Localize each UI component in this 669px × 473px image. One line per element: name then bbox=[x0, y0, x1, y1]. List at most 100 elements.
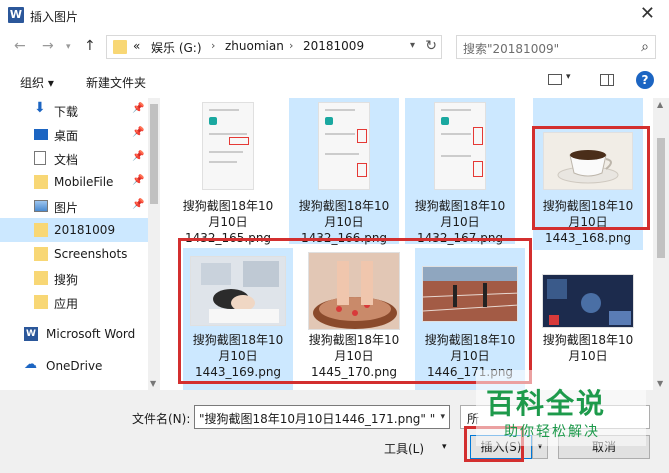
view-mode-chevron-icon[interactable]: ▾ bbox=[566, 72, 571, 82]
nav-item-sogou[interactable]: 搜狗 bbox=[0, 266, 148, 290]
nav-label: 搜狗 bbox=[54, 273, 79, 287]
file-name-line: 搜狗截图18年10 bbox=[298, 199, 390, 213]
preview-pane-icon[interactable] bbox=[600, 74, 614, 86]
refresh-icon[interactable]: ↻ bbox=[425, 38, 437, 54]
window-title: 插入图片 bbox=[30, 10, 79, 24]
game-screenshot-image bbox=[543, 275, 633, 327]
scroll-down-arrow-icon[interactable]: ▼ bbox=[150, 379, 156, 388]
file-tile[interactable]: 搜狗截图18年10 月10日 1432_167.png bbox=[405, 98, 515, 245]
back-arrow-icon[interactable]: ← bbox=[14, 38, 26, 54]
breadcrumb-separator[interactable]: › bbox=[289, 39, 293, 52]
nav-item-mobilefile[interactable]: MobileFile 📌 bbox=[0, 170, 148, 194]
breadcrumb-drive[interactable]: 娱乐 (G:) bbox=[151, 39, 202, 56]
file-name-line: 月10日 bbox=[568, 349, 608, 363]
chevron-down-icon[interactable]: ▾ bbox=[440, 412, 445, 422]
folder-icon bbox=[34, 223, 48, 237]
nav-label: 图片 bbox=[54, 201, 79, 215]
content-scrollbar[interactable]: ▲ ▼ bbox=[653, 98, 669, 390]
nav-label: Screenshots bbox=[54, 247, 128, 261]
pin-icon[interactable]: 📌 bbox=[132, 199, 144, 210]
nav-item-microsoft-word[interactable]: W Microsoft Word bbox=[0, 322, 148, 346]
up-arrow-icon[interactable]: ↑ bbox=[84, 38, 96, 54]
new-folder-button[interactable]: 新建文件夹 bbox=[86, 74, 146, 91]
nav-label: 应用 bbox=[54, 297, 79, 311]
nav-item-20181009[interactable]: 20181009 bbox=[0, 218, 148, 242]
word-app-icon: W bbox=[8, 7, 24, 23]
breadcrumb-zhuomian[interactable]: zhuomian bbox=[225, 39, 284, 53]
filename-input[interactable]: "搜狗截图18年10月10日1446_171.png" "搜 ▾ bbox=[194, 405, 450, 429]
file-name-line: 搜狗截图18年10 bbox=[542, 333, 634, 347]
document-icon bbox=[34, 151, 46, 165]
nav-item-onedrive[interactable]: ☁ OneDrive bbox=[0, 354, 148, 378]
file-name-line: 搜狗截图18年10 bbox=[414, 199, 506, 213]
file-tile[interactable]: 搜狗截图18年10 月10日 1432_166.png bbox=[289, 98, 399, 245]
nav-label: 20181009 bbox=[54, 223, 116, 237]
close-icon[interactable]: ✕ bbox=[640, 3, 655, 24]
address-row: ← → ▾ ↑ « 娱乐 (G:) › zhuomian › 20181009 … bbox=[0, 32, 669, 62]
pin-icon[interactable]: 📌 bbox=[132, 175, 144, 186]
file-name-line: 月10日 bbox=[324, 215, 364, 229]
pictures-icon bbox=[34, 200, 48, 212]
nav-scrollbar-thumb[interactable] bbox=[150, 104, 158, 204]
folder-icon bbox=[34, 271, 48, 285]
folder-icon bbox=[113, 40, 127, 54]
search-icon[interactable]: ⌕ bbox=[641, 39, 649, 55]
highlight-frame bbox=[178, 238, 532, 384]
folder-icon bbox=[34, 175, 48, 189]
nav-item-apps[interactable]: 应用 bbox=[0, 290, 148, 314]
file-thumbnail bbox=[318, 102, 370, 190]
forward-arrow-icon[interactable]: → bbox=[42, 38, 54, 54]
navigation-pane: ⬇ 下载 📌 桌面 📌 文档 📌 MobileFile 📌 图片 📌 20181… bbox=[0, 98, 160, 390]
command-toolbar: 组织 ▾ 新建文件夹 ▾ ? bbox=[0, 62, 669, 98]
scroll-down-arrow-icon[interactable]: ▼ bbox=[657, 379, 663, 388]
pin-icon[interactable]: 📌 bbox=[132, 151, 144, 162]
watermark-title: 百科全说 bbox=[486, 387, 607, 420]
breadcrumb-separator[interactable]: › bbox=[211, 39, 215, 52]
file-name-line: 月10日 bbox=[208, 215, 248, 229]
address-bar[interactable]: « 娱乐 (G:) › zhuomian › 20181009 ▾ ↻ bbox=[106, 35, 442, 59]
nav-item-screenshots[interactable]: Screenshots bbox=[0, 242, 148, 266]
nav-scrollbar[interactable]: ▼ bbox=[148, 98, 160, 390]
folder-icon bbox=[34, 295, 48, 309]
search-placeholder: 搜索"20181009" bbox=[463, 42, 560, 56]
file-name-line: 月10日 bbox=[440, 215, 480, 229]
file-tile[interactable]: 搜狗截图18年10 月10日 bbox=[533, 248, 643, 390]
file-name-line: 1443_168.png bbox=[544, 231, 632, 245]
nav-label: 文档 bbox=[54, 153, 79, 167]
watermark-logo: 百科全说 助你轻松解决 bbox=[476, 370, 646, 446]
scroll-up-arrow-icon[interactable]: ▲ bbox=[657, 100, 663, 109]
file-thumbnail bbox=[542, 274, 634, 328]
download-icon: ⬇ bbox=[34, 100, 46, 116]
pin-icon[interactable]: 📌 bbox=[132, 127, 144, 138]
nav-item-desktop[interactable]: 桌面 📌 bbox=[0, 122, 148, 146]
organize-button[interactable]: 组织 ▾ bbox=[20, 74, 54, 91]
search-input[interactable]: 搜索"20181009" ⌕ bbox=[456, 35, 656, 59]
help-icon[interactable]: ? bbox=[636, 71, 654, 89]
nav-label: Microsoft Word bbox=[46, 327, 136, 341]
folder-icon bbox=[34, 247, 48, 261]
filename-label: 文件名(N): bbox=[132, 412, 191, 426]
breadcrumb-20181009[interactable]: 20181009 bbox=[303, 39, 364, 53]
view-mode-icon[interactable] bbox=[548, 74, 562, 85]
highlight-frame bbox=[532, 126, 650, 230]
watermark-subtitle: 助你轻松解决 bbox=[504, 424, 600, 440]
cloud-icon: ☁ bbox=[24, 357, 37, 372]
recent-chevron-icon[interactable]: ▾ bbox=[66, 42, 71, 52]
file-tile[interactable]: 搜狗截图18年10 月10日 1432_165.png bbox=[173, 98, 283, 245]
nav-label: OneDrive bbox=[46, 359, 103, 373]
pin-icon[interactable]: 📌 bbox=[132, 103, 144, 114]
nav-item-downloads[interactable]: ⬇ 下载 📌 bbox=[0, 98, 148, 122]
nav-item-documents[interactable]: 文档 📌 bbox=[0, 146, 148, 170]
file-thumbnail bbox=[202, 102, 254, 190]
chevron-down-icon[interactable]: ▾ bbox=[442, 442, 447, 452]
nav-label: MobileFile bbox=[54, 175, 114, 189]
nav-label: 下载 bbox=[54, 105, 79, 119]
word-icon: W bbox=[24, 327, 38, 341]
tools-button[interactable]: 工具(L) bbox=[384, 440, 424, 457]
filename-value: "搜狗截图18年10月10日1446_171.png" "搜 bbox=[199, 412, 435, 426]
nav-item-pictures[interactable]: 图片 📌 bbox=[0, 194, 148, 218]
address-history-chevron-icon[interactable]: ▾ bbox=[410, 40, 415, 51]
desktop-icon bbox=[34, 129, 48, 140]
breadcrumb-overflow[interactable]: « bbox=[133, 39, 140, 53]
content-scrollbar-thumb[interactable] bbox=[657, 138, 665, 258]
